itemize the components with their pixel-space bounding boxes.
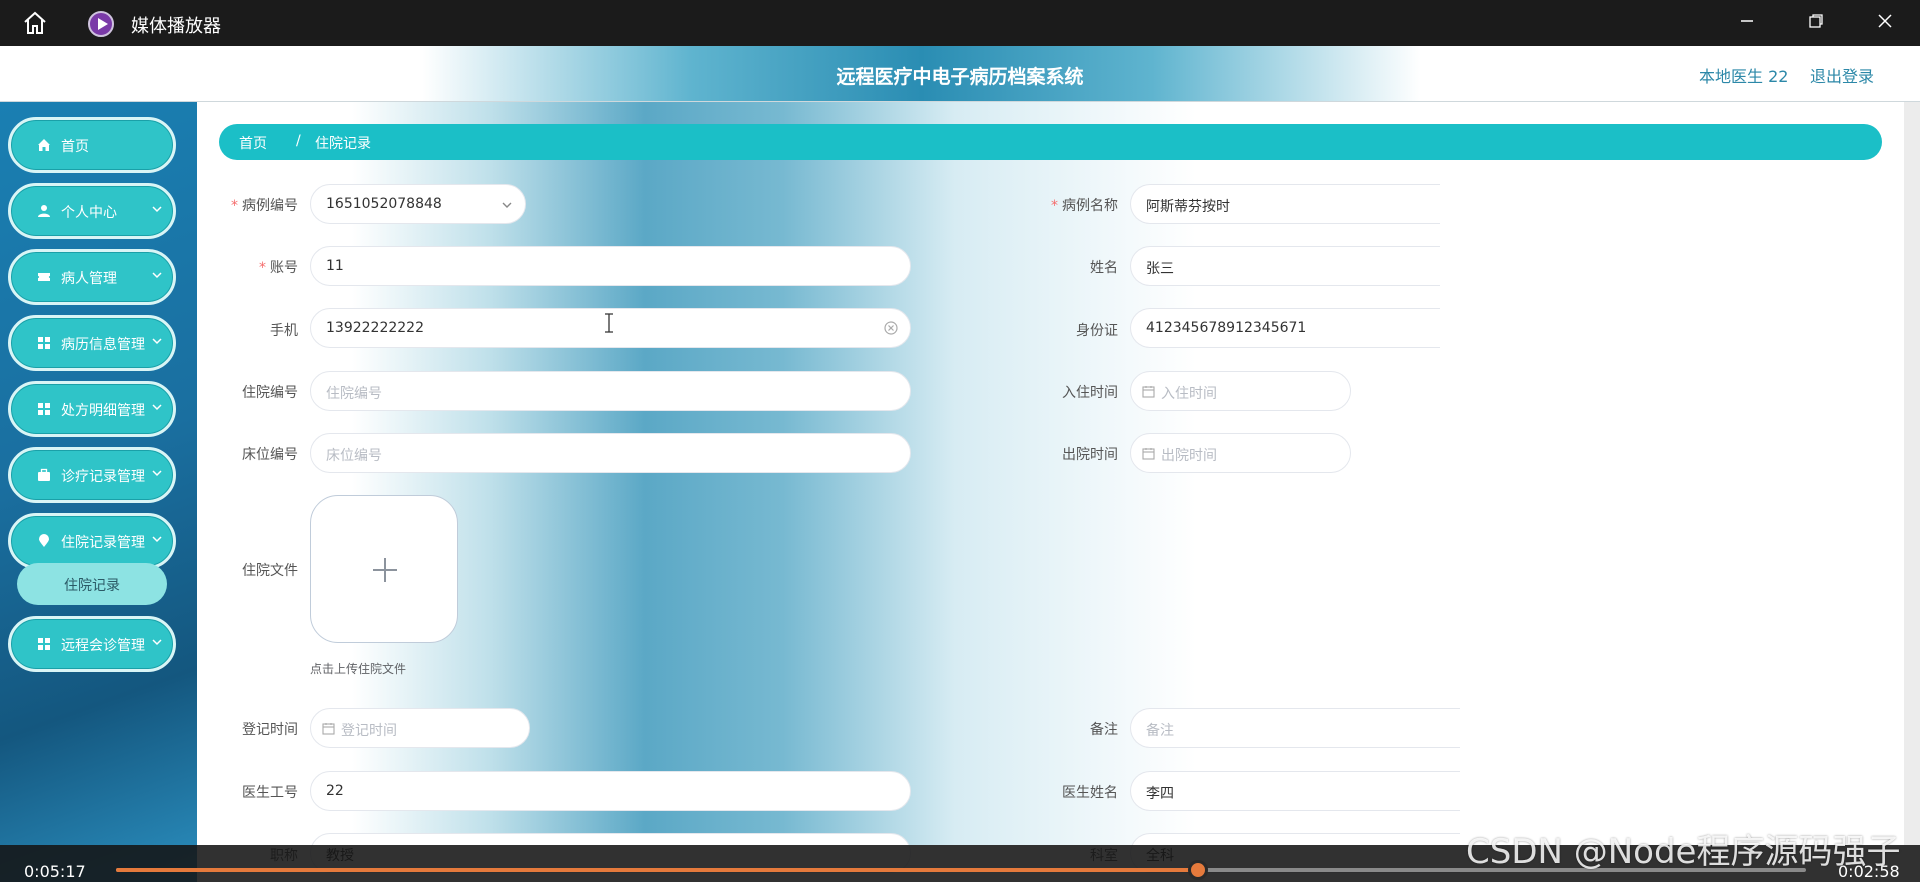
close-button[interactable] (1862, 8, 1908, 38)
name-label: 姓名 (1090, 260, 1118, 276)
text-cursor-icon (605, 313, 613, 333)
breadcrumb-separator: / (296, 133, 301, 149)
player-title-bar: 媒体播放器 (0, 0, 1920, 46)
remark-label: 备注 (1090, 722, 1118, 738)
app-title: 媒体播放器 (131, 16, 221, 37)
chevron-down-icon (152, 470, 162, 477)
user-icon (38, 205, 50, 217)
restore-icon (1809, 14, 1823, 28)
admission-no-label: 住院编号 (242, 385, 298, 401)
sidebar-item-hospitalization[interactable]: 住院记录管理 (8, 513, 176, 569)
calendar-icon (322, 723, 335, 735)
elapsed-time: 0:05:17 (24, 862, 86, 881)
briefcase-icon (38, 468, 50, 481)
discharge-time-label: 出院时间 (1062, 447, 1118, 463)
seek-handle[interactable] (1187, 860, 1208, 880)
ticket-icon (38, 273, 50, 281)
chevron-down-icon (152, 206, 162, 213)
restore-button[interactable] (1793, 8, 1839, 38)
app-header: 远程医疗中电子病历档案系统 本地医生 22 退出登录 (0, 46, 1920, 102)
sidebar-item-label: 住院记录管理 (61, 535, 145, 551)
chevron-down-icon (152, 338, 162, 345)
bed-no-label: 床位编号 (242, 447, 298, 463)
account-input[interactable]: 11 (310, 246, 911, 286)
phone-label: 手机 (270, 323, 298, 339)
pin-icon (39, 534, 49, 547)
sidebar-item-label: 诊疗记录管理 (61, 469, 145, 485)
system-title: 远程医疗中电子病历档案系统 (836, 66, 1084, 88)
sidebar-subitem-hospitalization-record[interactable]: 住院记录 (17, 563, 167, 605)
doctor-no-label: 医生工号 (242, 785, 298, 801)
grid-icon (38, 403, 50, 415)
sidebar-item-label: 远程会诊管理 (61, 638, 145, 654)
case-no-value: 1651052078848 (326, 196, 442, 212)
minimize-button[interactable] (1724, 8, 1770, 38)
doctor-no-input[interactable]: 22 (310, 771, 911, 811)
logout-link[interactable]: 退出登录 (1810, 63, 1874, 87)
breadcrumb: 首页 / 住院记录 (219, 124, 1882, 160)
media-player-icon (88, 11, 114, 37)
upload-tip: 点击上传住院文件 (310, 662, 407, 676)
chevron-down-icon (152, 272, 162, 279)
home-icon (38, 139, 50, 151)
case-no-label: * 病例编号 (231, 198, 298, 214)
sidebar-item-label: 个人中心 (61, 205, 117, 221)
current-user: 本地医生 22 (1699, 67, 1789, 86)
sidebar-item-home[interactable]: 首页 (8, 117, 176, 173)
plus-icon (373, 558, 397, 582)
sidebar-item-label: 处方明细管理 (61, 403, 145, 419)
account-label: * 账号 (259, 260, 298, 276)
admit-time-label: 入住时间 (1062, 385, 1118, 401)
clear-icon[interactable] (884, 321, 898, 335)
id-card-label: 身份证 (1076, 323, 1118, 339)
discharge-time-picker[interactable]: 出院时间 (1130, 433, 1351, 473)
home-icon[interactable] (22, 11, 48, 35)
sidebar-subitem-label: 住院记录 (64, 578, 120, 594)
id-card-input[interactable]: 412345678912345671 (1130, 308, 1440, 348)
doctor-name-input[interactable]: 李四 (1130, 771, 1460, 811)
admission-file-label: 住院文件 (242, 563, 298, 579)
sidebar-item-patient-management[interactable]: 病人管理 (8, 249, 176, 305)
watermark: CSDN @Node程序源码强子 (1466, 832, 1901, 872)
case-name-label: * 病例名称 (1051, 198, 1118, 214)
register-time-label: 登记时间 (242, 722, 298, 738)
sidebar-item-label: 首页 (61, 139, 89, 155)
remark-input[interactable]: 备注 (1130, 708, 1460, 748)
sidebar-item-label: 病人管理 (61, 271, 117, 287)
minimize-icon (1741, 20, 1753, 22)
sidebar-item-medical-record[interactable]: 病历信息管理 (8, 315, 176, 371)
bed-no-input[interactable]: 床位编号 (310, 433, 911, 473)
case-no-select[interactable]: 1651052078848 (310, 184, 526, 224)
sidebar-item-treatment[interactable]: 诊疗记录管理 (8, 447, 176, 503)
breadcrumb-home[interactable]: 首页 (239, 133, 267, 153)
upload-area[interactable] (310, 495, 458, 643)
admit-time-picker[interactable]: 入住时间 (1130, 371, 1351, 411)
vertical-scrollbar[interactable] (1904, 102, 1920, 845)
chevron-down-icon (152, 404, 162, 411)
grid-icon (38, 337, 50, 349)
sidebar-item-personal-center[interactable]: 个人中心 (8, 183, 176, 239)
doctor-name-label: 医生姓名 (1062, 785, 1118, 801)
calendar-icon (1142, 386, 1155, 398)
seek-bar-fill (116, 868, 1198, 872)
calendar-icon (1142, 448, 1155, 460)
admission-no-input[interactable]: 住院编号 (310, 371, 911, 411)
name-input[interactable]: 张三 (1130, 246, 1440, 286)
breadcrumb-current: 住院记录 (315, 136, 371, 152)
register-time-picker[interactable]: 登记时间 (310, 708, 530, 748)
chevron-down-icon (152, 639, 162, 646)
sidebar-item-label: 病历信息管理 (61, 337, 145, 353)
sidebar-item-prescription[interactable]: 处方明细管理 (8, 381, 176, 437)
close-icon (1878, 14, 1892, 28)
sidebar-item-remote-consultation[interactable]: 远程会诊管理 (8, 616, 176, 672)
chevron-down-icon (502, 202, 512, 208)
chevron-down-icon (152, 536, 162, 543)
case-name-input[interactable]: 阿斯蒂芬按时 (1130, 184, 1440, 224)
grid-icon (38, 638, 50, 650)
